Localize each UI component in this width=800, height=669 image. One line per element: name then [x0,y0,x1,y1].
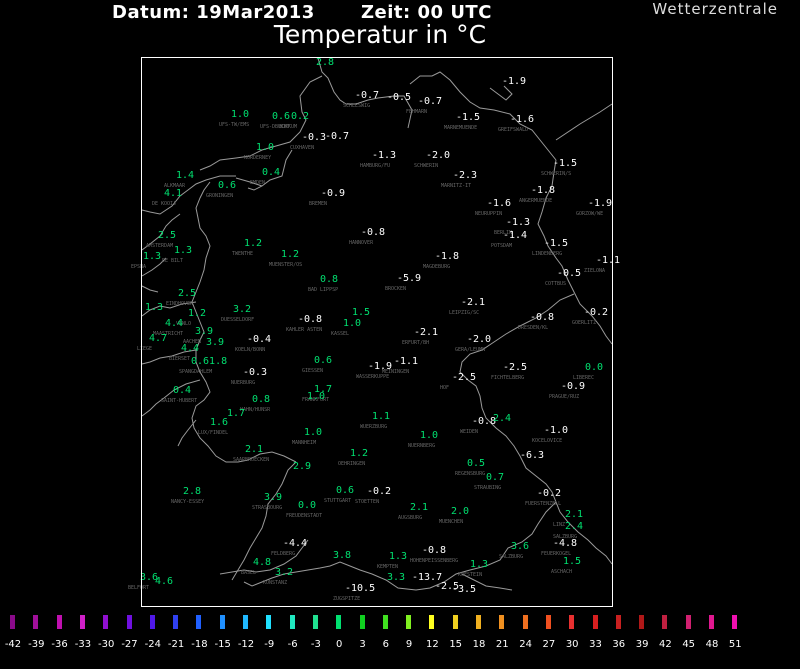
legend-swatch [499,615,505,629]
legend-tick: 51 [728,639,742,650]
map-frame [141,57,613,607]
legend-swatch [382,615,388,629]
legend-swatch [709,615,714,629]
legend-swatch [312,615,318,629]
legend-swatch [219,615,225,629]
legend-swatch [522,615,528,629]
legend-swatch [266,615,272,629]
legend-swatch [615,615,621,629]
legend-swatch [336,615,342,629]
legend-swatch [103,615,109,629]
legend-swatch [359,615,365,629]
legend-swatch [126,615,132,629]
legend-swatch [10,615,15,629]
legend-swatch [429,615,435,629]
legend-swatch [289,615,295,629]
legend-swatch [545,615,551,629]
legend-swatch [196,615,202,629]
legend-swatch [452,615,458,629]
legend-swatch [569,615,575,629]
legend-swatch [33,615,39,629]
legend-swatch [662,615,668,629]
legend-swatch [79,615,85,629]
legend-swatch [592,615,598,629]
legend-swatch [732,615,738,629]
legend-swatch [243,615,248,629]
legend-swatch [639,615,645,629]
legend-swatch [173,615,179,629]
legend-swatch [149,615,155,629]
legend-swatch [56,615,62,629]
color-legend: -42 -39 -36 -33 -30 -27 -24 -21 -18 -15 -12 -9 -6 -3 0… [0,612,800,669]
legend-swatch [476,615,481,629]
legend-swatch [685,615,691,629]
legend-swatch [406,615,412,629]
